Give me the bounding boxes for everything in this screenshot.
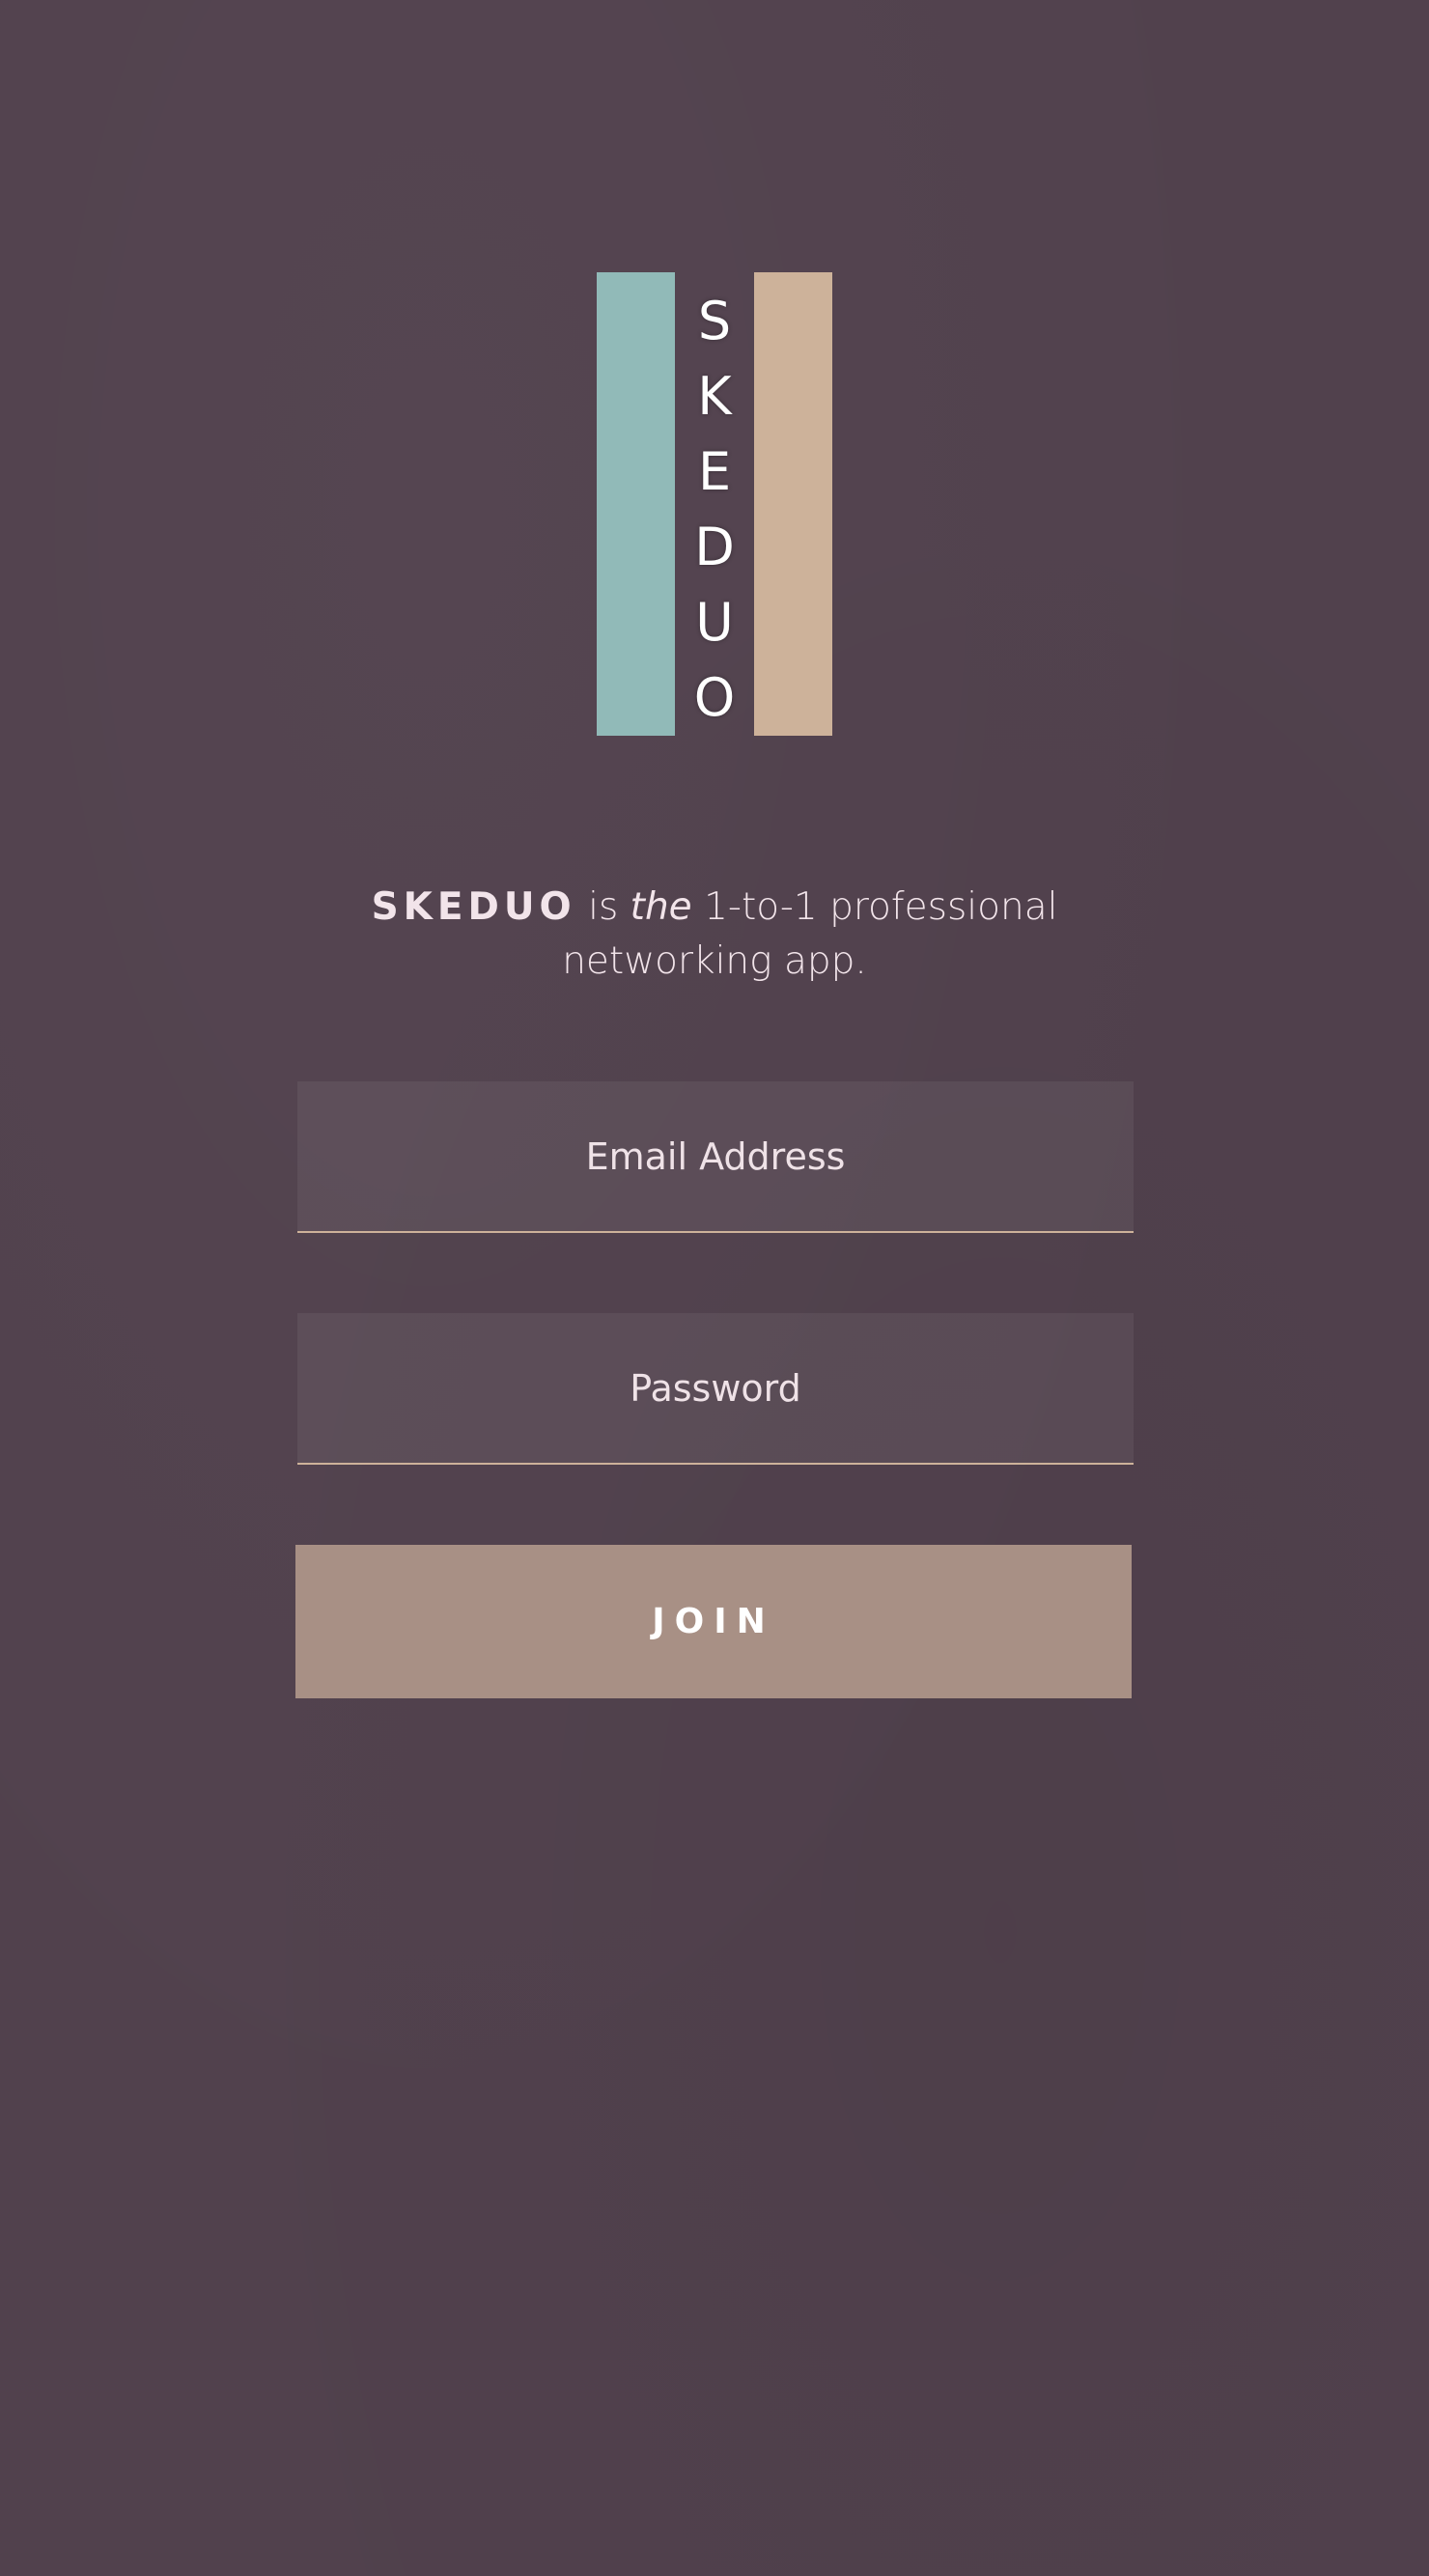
tagline: SKEDUO is the 1-to-1 professional networ… bbox=[328, 881, 1101, 989]
tagline-text: is bbox=[575, 885, 630, 929]
login-screen: { "logo": { "letters": ["S", "K", "E", "… bbox=[0, 0, 1429, 2576]
tagline-brand: SKEDUO bbox=[371, 885, 576, 929]
logo-letter: S bbox=[697, 291, 732, 351]
logo-teal-bar bbox=[597, 272, 675, 736]
logo-letter: D bbox=[694, 517, 735, 577]
logo-letter: E bbox=[697, 441, 732, 502]
join-button[interactable]: JOIN bbox=[295, 1545, 1132, 1698]
logo-letter: O bbox=[693, 667, 736, 728]
logo-wordmark: S K E D U O bbox=[675, 284, 754, 736]
tagline-emphasis: the bbox=[630, 885, 692, 929]
logo-letter: K bbox=[697, 366, 732, 427]
logo-letter: U bbox=[695, 592, 734, 653]
logo-tan-bar bbox=[754, 272, 832, 736]
email-input[interactable] bbox=[297, 1081, 1134, 1231]
password-input[interactable] bbox=[297, 1313, 1134, 1463]
email-field[interactable] bbox=[297, 1081, 1134, 1233]
password-field[interactable] bbox=[297, 1313, 1134, 1465]
skeduo-logo: S K E D U O bbox=[597, 272, 832, 736]
